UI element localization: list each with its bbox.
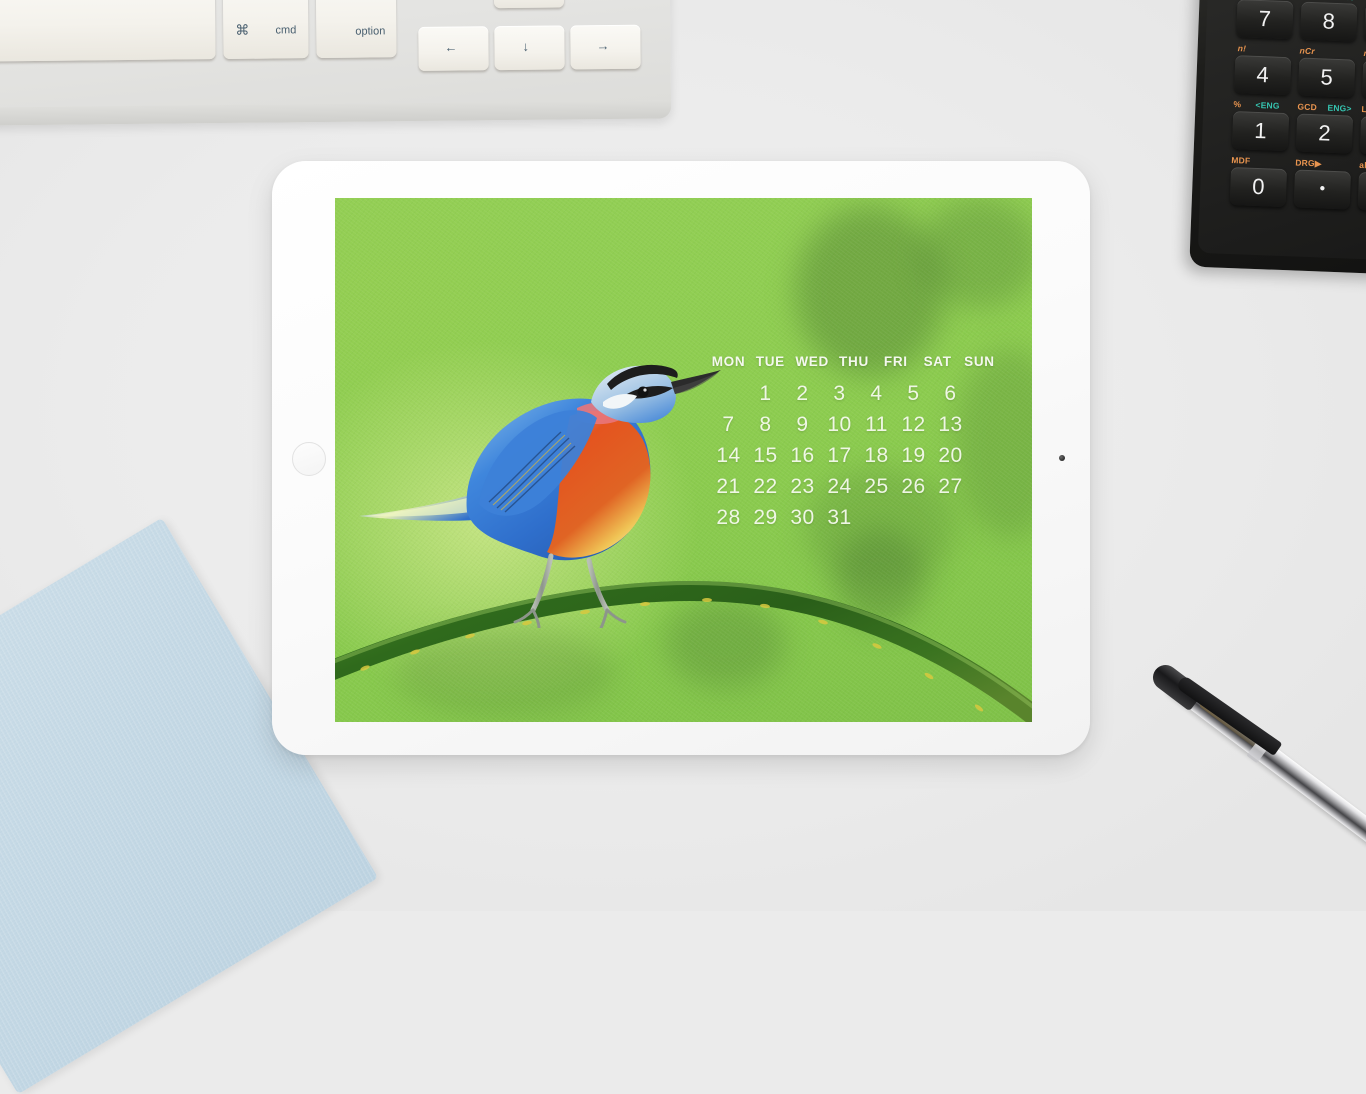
front-camera-dot: [1059, 455, 1065, 461]
calendar-day: 31: [821, 506, 858, 529]
command-icon: ⌘: [235, 22, 249, 39]
calendar-day: 20: [932, 444, 969, 467]
calendar-day: 9: [784, 413, 821, 436]
calc-button-2[interactable]: 2: [1296, 113, 1353, 153]
calc-shift-label-mdf: MDF: [1231, 155, 1250, 166]
weekday-fri: FRI: [877, 354, 914, 369]
calc-button-8[interactable]: 8: [1300, 2, 1357, 42]
calendar-day: 27: [932, 475, 969, 498]
calendar-day: 8: [747, 413, 784, 436]
white-tablet[interactable]: MON TUE WED THU FRI SAT SUN 123456789101…: [272, 161, 1090, 755]
keyboard-key-arrow-right[interactable]: →: [570, 25, 640, 70]
arrow-right-icon: →: [596, 38, 609, 53]
calendar-day: 30: [784, 506, 821, 529]
calendar-day: 24: [821, 475, 858, 498]
calendar-day: 10: [821, 413, 858, 436]
calendar-day-blank: [710, 382, 747, 405]
calendar-day: 6: [932, 382, 969, 405]
calc-button-7[interactable]: 7: [1236, 0, 1293, 39]
calendar-day: 16: [784, 444, 821, 467]
arrow-left-icon: ←: [444, 40, 457, 55]
calc-shift-label-lcm: LCM: [1361, 104, 1366, 115]
calc-label: 0: [1252, 174, 1265, 200]
calc-button-6[interactable]: 6: [1362, 60, 1366, 100]
calculator-body: yˣ √ x² P.FACT e ab/c x³ X Exp a/b RCL R…: [1198, 0, 1366, 261]
calc-shift-label-abs: abs: [1359, 160, 1366, 171]
month-calendar: MON TUE WED THU FRI SAT SUN 123456789101…: [710, 354, 998, 529]
calc-label: •: [1319, 180, 1325, 198]
keyboard-key-space[interactable]: [0, 0, 216, 62]
calc-shift-label-percent: %: [1233, 99, 1241, 109]
calendar-day: 4: [858, 382, 895, 405]
calendar-day: 7: [710, 413, 747, 436]
calc-button-4[interactable]: 4: [1234, 55, 1291, 95]
calendar-day: 22: [747, 475, 784, 498]
calendar-day-grid: 1234567891011121314151617181920212223242…: [710, 382, 998, 529]
calc-shift-label-eng-left: <ENG: [1255, 100, 1280, 111]
weekday-tue: TUE: [752, 354, 789, 369]
tablet-screen[interactable]: MON TUE WED THU FRI SAT SUN 123456789101…: [335, 198, 1032, 722]
calc-label: 1: [1254, 118, 1267, 144]
calendar-day: 12: [895, 413, 932, 436]
calc-button-5[interactable]: 5: [1298, 58, 1355, 98]
apple-wireless-keyboard[interactable]: shift ⌘ cmd alt option ← ↑ ↓ →: [0, 0, 671, 126]
calc-button-decimal[interactable]: •: [1294, 169, 1351, 209]
calendar-day: 25: [858, 475, 895, 498]
calendar-day: 11: [858, 413, 895, 436]
calendar-day: 21: [710, 475, 747, 498]
calc-shift-label-eng-right: ENG>: [1327, 103, 1352, 114]
calc-label: 7: [1258, 6, 1271, 32]
calendar-day: 15: [747, 444, 784, 467]
calc-button-1[interactable]: 1: [1232, 111, 1289, 151]
calendar-day: 13: [932, 413, 969, 436]
keyboard-key-cmd[interactable]: ⌘ cmd: [223, 0, 309, 59]
keyboard-key-arrow-left[interactable]: ←: [418, 26, 488, 71]
keyboard-key-arrow-up[interactable]: ↑: [494, 0, 564, 8]
calc-button-3[interactable]: 3: [1360, 116, 1366, 156]
calc-button-0[interactable]: 0: [1230, 167, 1287, 207]
calendar-day: 23: [784, 475, 821, 498]
weekday-thu: THU: [835, 354, 872, 369]
calendar-day: 17: [821, 444, 858, 467]
calendar-day: 19: [895, 444, 932, 467]
calendar-weekday-header: MON TUE WED THU FRI SAT SUN: [710, 354, 998, 369]
keyboard-key-arrow-down[interactable]: ↓: [494, 25, 564, 70]
calc-shift-label-drg: DRG▶: [1295, 157, 1322, 169]
arrow-down-icon: ↓: [522, 39, 529, 54]
calendar-day: 26: [895, 475, 932, 498]
weekday-mon: MON: [710, 354, 747, 369]
calendar-day: 2: [784, 382, 821, 405]
calendar-day: 5: [895, 382, 932, 405]
calc-label: 4: [1256, 62, 1269, 88]
calc-shift-label-factorial: n!: [1237, 43, 1246, 53]
calc-label: 5: [1320, 64, 1333, 90]
calendar-day: 18: [858, 444, 895, 467]
calendar-day: 28: [710, 506, 747, 529]
scientific-calculator[interactable]: yˣ √ x² P.FACT e ab/c x³ X Exp a/b RCL R…: [1189, 0, 1366, 275]
calc-shift-label-gcd: GCD: [1297, 101, 1317, 112]
calendar-day: 29: [747, 506, 784, 529]
desk-scene: shift ⌘ cmd alt option ← ↑ ↓ → yˣ √: [0, 0, 1366, 911]
key-label-cmd: cmd: [275, 24, 296, 36]
calendar-day: 3: [821, 382, 858, 405]
calc-shift-label-ncr: nCr: [1299, 46, 1315, 57]
calc-label: 8: [1322, 8, 1335, 34]
calc-label: 2: [1318, 120, 1331, 146]
calc-button-paren[interactable]: (: [1358, 172, 1366, 212]
keyboard-key-option[interactable]: alt option: [316, 0, 397, 58]
weekday-sun: SUN: [961, 354, 998, 369]
calendar-day: 14: [710, 444, 747, 467]
calendar-day: 1: [747, 382, 784, 405]
weekday-wed: WED: [794, 354, 831, 369]
bird-illustration: [355, 298, 735, 628]
key-label-option: option: [355, 25, 385, 37]
weekday-sat: SAT: [919, 354, 956, 369]
home-button[interactable]: [292, 442, 326, 476]
